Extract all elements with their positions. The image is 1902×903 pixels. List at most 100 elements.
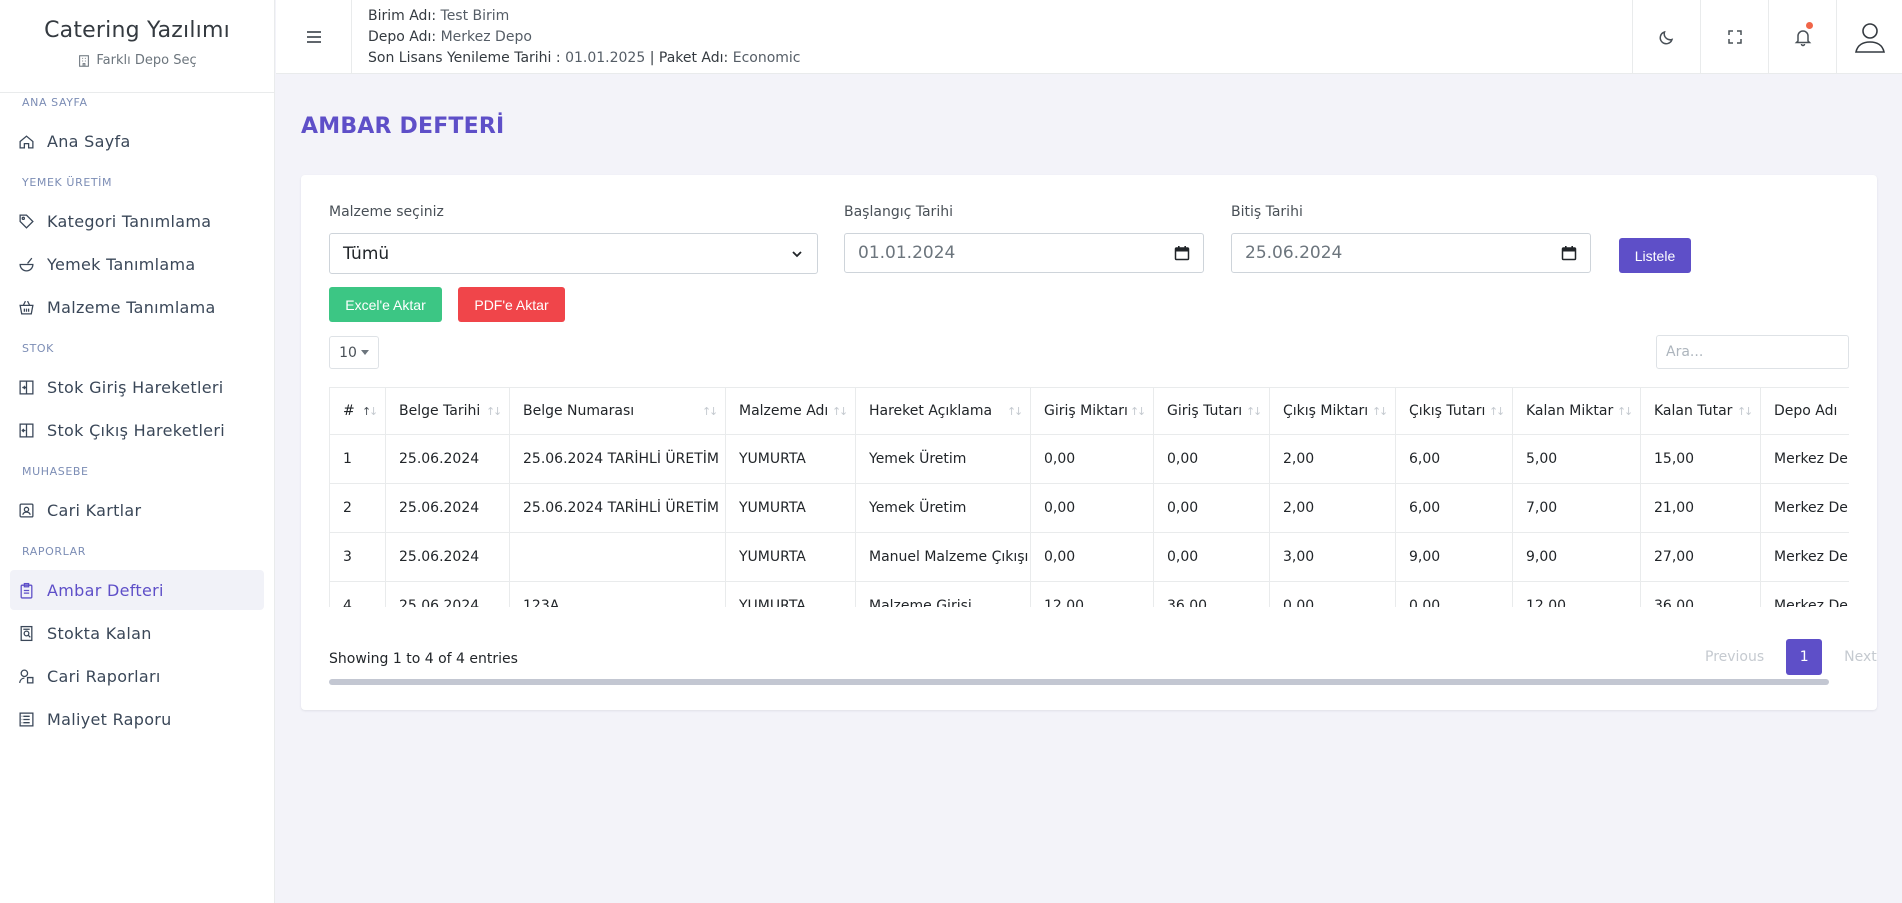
- user-report-icon: [18, 668, 34, 684]
- column-header[interactable]: Çıkış Tutarı ↑ ↓: [1395, 387, 1513, 435]
- export-excel-button[interactable]: Excel'e Aktar: [329, 287, 442, 322]
- sidebar-item-malzeme-tanımlama[interactable]: Malzeme Tanımlama: [10, 287, 264, 327]
- menu-section-title: YEMEK ÜRETİM: [22, 176, 113, 189]
- column-header[interactable]: Kalan Tutar ↑ ↓: [1640, 387, 1761, 435]
- table-cell: 12,00: [1512, 581, 1641, 607]
- notification-dot: [1806, 22, 1813, 29]
- select-depot-link[interactable]: Farklı Depo Seç: [0, 53, 274, 68]
- column-header-label: Belge Numarası: [523, 403, 635, 419]
- page-title: AMBAR DEFTERİ: [301, 114, 505, 139]
- sidebar-item-ana-sayfa[interactable]: Ana Sayfa: [10, 121, 264, 161]
- column-header-label: Çıkış Miktarı: [1283, 403, 1369, 419]
- sidebar-item-yemek-tanımlama[interactable]: Yemek Tanımlama: [10, 244, 264, 284]
- ledger-table: # ↑ ↓ Belge Tarihi ↑ ↓ Belge Numarası ↑ ↓ Malzeme…: [329, 387, 1849, 607]
- menu-section-title: MUHASEBE: [22, 465, 89, 478]
- clipboard-icon: [20, 582, 33, 599]
- column-header[interactable]: Hareket Açıklama ↑ ↓: [855, 387, 1031, 435]
- report-search-icon: [20, 625, 33, 641]
- stock-out-icon: [19, 422, 34, 438]
- list-button[interactable]: Listele: [1619, 238, 1691, 273]
- table-row: 3 25.06.2024 YUMURTA Manuel Malzeme Çıkışı 0…: [329, 532, 1849, 582]
- sidebar-item-ambar-defteri[interactable]: Ambar Defteri: [10, 570, 264, 610]
- table-cell: YUMURTA: [725, 434, 856, 484]
- sort-icon: ↑ ↓: [486, 405, 503, 418]
- sidebar-item-stok-giriş-hareketleri[interactable]: Stok Giriş Hareketleri: [10, 367, 264, 407]
- menu-section-title: RAPORLAR: [22, 545, 87, 558]
- column-header[interactable]: Malzeme Adı ↑ ↓: [725, 387, 856, 435]
- table-cell: [509, 532, 726, 582]
- contact-card-icon: [19, 502, 34, 518]
- sidebar-item-stok-çıkış-hareketleri[interactable]: Stok Çıkış Hareketleri: [10, 410, 264, 450]
- table-cell: YUMURTA: [725, 532, 856, 582]
- column-header-label: Giriş Tutarı: [1167, 403, 1243, 419]
- column-header[interactable]: Giriş Tutarı ↑ ↓: [1153, 387, 1270, 435]
- sidebar-item-cari-raporları[interactable]: Cari Raporları: [10, 656, 264, 696]
- sidebar-item-maliyet-raporu[interactable]: Maliyet Raporu: [10, 699, 264, 739]
- table-cell: 0,00: [1030, 483, 1154, 533]
- sort-icon: ↑ ↓: [1372, 405, 1389, 418]
- table-cell: Yemek Üretim: [855, 434, 1031, 484]
- sort-icon: ↑ ↓: [1737, 405, 1754, 418]
- sidebar-item-stokta-kalan[interactable]: Stokta Kalan: [10, 613, 264, 653]
- previous-page-button[interactable]: Previous: [1693, 649, 1776, 665]
- table-cell: 7,00: [1512, 483, 1641, 533]
- license-info: Son Lisans Yenileme Tarihi : 01.01.2025 …: [368, 50, 801, 66]
- material-select[interactable]: Tümü: [329, 233, 818, 274]
- sidebar-item-label: Ambar Defteri: [47, 580, 164, 600]
- column-header[interactable]: Giriş Miktarı ↑ ↓: [1030, 387, 1154, 435]
- column-header[interactable]: Belge Numarası ↑ ↓: [509, 387, 726, 435]
- table-cell: 0,00: [1153, 434, 1270, 484]
- table-cell: 5,00: [1512, 434, 1641, 484]
- sidebar-item-label: Stok Giriş Hareketleri: [47, 377, 224, 397]
- fullscreen-button[interactable]: [1700, 0, 1768, 74]
- entries-info: Showing 1 to 4 of 4 entries: [329, 651, 518, 667]
- table-cell: 9,00: [1512, 532, 1641, 582]
- table-container: # ↑ ↓ Belge Tarihi ↑ ↓ Belge Numarası ↑ ↓ Malzeme…: [329, 387, 1849, 607]
- table-cell: 3: [329, 532, 386, 582]
- menu-section-title: ANA SAYFA: [22, 96, 88, 109]
- brand-title: Catering Yazılımı: [44, 18, 230, 43]
- menu-toggle-button[interactable]: [276, 0, 352, 74]
- sidebar-item-kategori-tanımlama[interactable]: Kategori Tanımlama: [10, 201, 264, 241]
- calendar-icon: [1561, 246, 1577, 261]
- end-date-value: 25.06.2024: [1245, 243, 1343, 263]
- table-cell: 25.06.2024: [385, 434, 510, 484]
- start-date-input[interactable]: 01.01.2024: [844, 233, 1204, 273]
- bowl-icon: [19, 257, 34, 272]
- sidebar-item-label: Maliyet Raporu: [47, 709, 172, 729]
- column-header-label: Depo Adı: [1774, 403, 1838, 419]
- page-1-button[interactable]: 1: [1786, 639, 1823, 675]
- user-avatar-button[interactable]: [1836, 0, 1902, 74]
- sidebar-item-label: Ana Sayfa: [47, 131, 131, 151]
- dark-mode-button[interactable]: [1632, 0, 1700, 74]
- page-length-select[interactable]: 10: [329, 336, 379, 369]
- column-header[interactable]: Belge Tarihi ↑ ↓: [385, 387, 510, 435]
- horizontal-scrollbar[interactable]: [329, 679, 1829, 685]
- sidebar-item-label: Malzeme Tanımlama: [47, 297, 216, 317]
- export-pdf-button[interactable]: PDF'e Aktar: [458, 287, 565, 322]
- table-cell: 0,00: [1030, 532, 1154, 582]
- sidebar-item-cari-kartlar[interactable]: Cari Kartlar: [10, 490, 264, 530]
- next-page-button[interactable]: Next: [1832, 649, 1889, 665]
- table-cell: YUMURTA: [725, 483, 856, 533]
- column-header-label: Hareket Açıklama: [869, 403, 993, 419]
- table-cell: 0,00: [1153, 483, 1270, 533]
- table-cell: 0,00: [1269, 581, 1396, 607]
- end-date-input[interactable]: 25.06.2024: [1231, 233, 1591, 273]
- basket-icon: [19, 300, 34, 315]
- column-header[interactable]: # ↑ ↓: [329, 387, 386, 435]
- start-date-value: 01.01.2024: [858, 243, 956, 263]
- sort-icon: ↑ ↓: [1246, 405, 1263, 418]
- notifications-button[interactable]: [1768, 0, 1836, 74]
- sidebar-item-label: Stok Çıkış Hareketleri: [47, 420, 225, 440]
- table-cell: 9,00: [1395, 532, 1513, 582]
- table-cell: 0,00: [1030, 434, 1154, 484]
- column-header[interactable]: Çıkış Miktarı ↑ ↓: [1269, 387, 1396, 435]
- calendar-icon: [1174, 246, 1190, 261]
- table-cell: 12,00: [1030, 581, 1154, 607]
- column-header[interactable]: Kalan Miktar ↑ ↓: [1512, 387, 1641, 435]
- end-date-label: Bitiş Tarihi: [1231, 204, 1303, 220]
- brand: Catering Yazılımı Farklı Depo Seç: [0, 0, 274, 93]
- table-search-input[interactable]: [1656, 335, 1849, 369]
- column-header[interactable]: Depo Adı↑↓: [1760, 387, 1849, 435]
